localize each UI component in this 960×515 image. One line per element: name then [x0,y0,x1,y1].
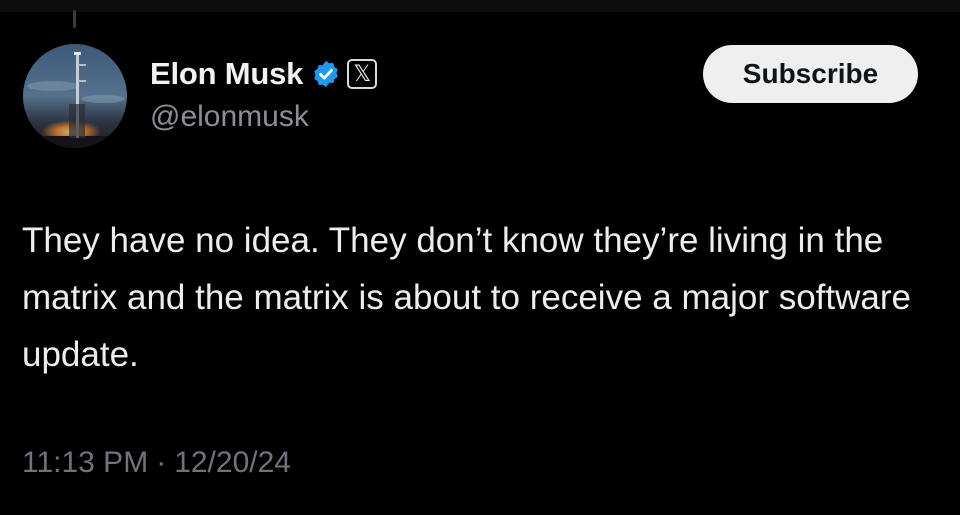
tweet-text: They have no idea. They don’t know they’… [22,221,911,374]
timestamp-separator: · [156,446,167,479]
avatar-image [23,44,127,148]
tweet-time[interactable]: 11:13 PM [22,446,148,480]
verified-badge-icon[interactable] [311,59,341,89]
author-display-name[interactable]: Elon Musk [150,56,303,92]
x-logo-icon[interactable]: 𝕏 [347,59,378,89]
tweet-date[interactable]: 12/20/24 [174,446,291,480]
author-handle[interactable]: @elonmusk [150,100,309,134]
avatar[interactable] [23,44,127,148]
author-name-row: Elon Musk 𝕏 [150,52,378,96]
subscribe-button[interactable]: Subscribe [703,45,918,103]
top-strip [0,0,960,12]
tweet-timestamp[interactable]: 11:13 PM · 12/20/24 [22,446,291,480]
thread-connector-line [73,10,76,28]
